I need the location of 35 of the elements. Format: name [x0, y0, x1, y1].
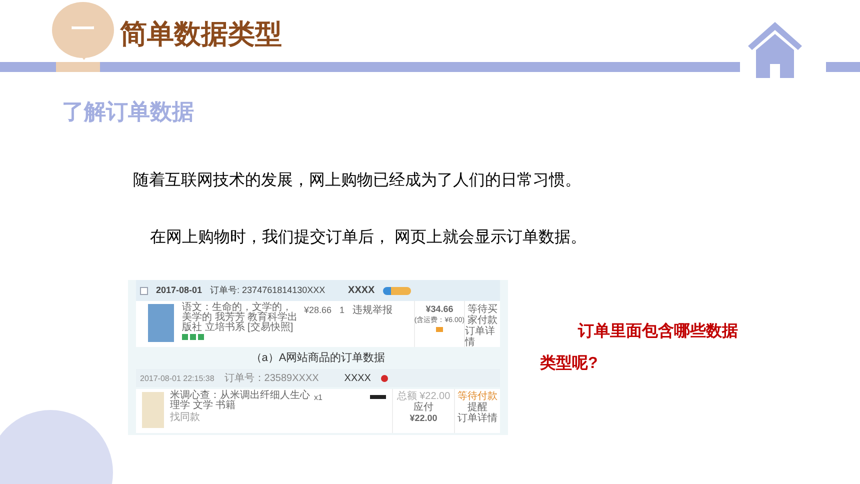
section-number-badge: 一: [52, 2, 114, 58]
order-status: 等待买家付款: [466, 304, 498, 326]
book-cover-placeholder: [142, 392, 164, 428]
report-link[interactable]: 违规举报: [352, 305, 393, 316]
item-title: 米调心查：从米调出纤细人生心理学 文学 书籍: [170, 391, 310, 411]
book-cover-placeholder: [148, 304, 174, 342]
header-line-accent: [56, 62, 100, 72]
remind-link[interactable]: 提醒: [468, 402, 488, 413]
order-detail-link[interactable]: 订单详情: [465, 326, 500, 348]
checkbox[interactable]: [140, 286, 148, 294]
order-date: 2017-08-01 22:15:38: [140, 372, 214, 384]
slide-title: 简单数据类型: [120, 18, 282, 51]
item-title: 语文：生命的，文学的，美学的 我芳芳 教育科学出版社 立培书系 [交易快照]: [182, 303, 299, 333]
shop-icon: [380, 374, 388, 382]
order-number: 订单号: 2374761814130XXX: [210, 285, 326, 296]
order-detail-link[interactable]: 订单详情: [458, 413, 498, 424]
seller-name: XXXX: [348, 285, 375, 296]
paragraph: 随着互联网技术的发展，网上购物已经成为了人们的日常习惯。: [133, 170, 581, 191]
section-title: 了解订单数据: [62, 98, 194, 126]
order-number: 订单号：23589XXXX: [224, 372, 320, 384]
tag-icon: [382, 286, 411, 294]
payable-amount: ¥22.00: [410, 413, 438, 424]
figure-caption: （a）A网站商品的订单数据: [250, 350, 386, 366]
paragraph: 在网上购物时，我们提交订单后， 网页上就会显示订单数据。: [150, 228, 586, 248]
payable-label: 应付: [414, 402, 434, 413]
question-text: 类型呢?: [540, 354, 598, 374]
seller-name: XXXX: [344, 372, 371, 384]
quantity: 1: [340, 305, 345, 316]
quantity: x1: [314, 392, 322, 403]
total-price: ¥34.66: [426, 304, 454, 315]
order-date: 2017-08-01: [156, 285, 202, 296]
unit-price: ¥28.66: [304, 305, 332, 316]
order-status: 等待付款: [458, 391, 498, 402]
question-text: 订单里面包含哪些数据: [578, 322, 738, 342]
order-total: 总额 ¥22.00: [396, 391, 450, 402]
